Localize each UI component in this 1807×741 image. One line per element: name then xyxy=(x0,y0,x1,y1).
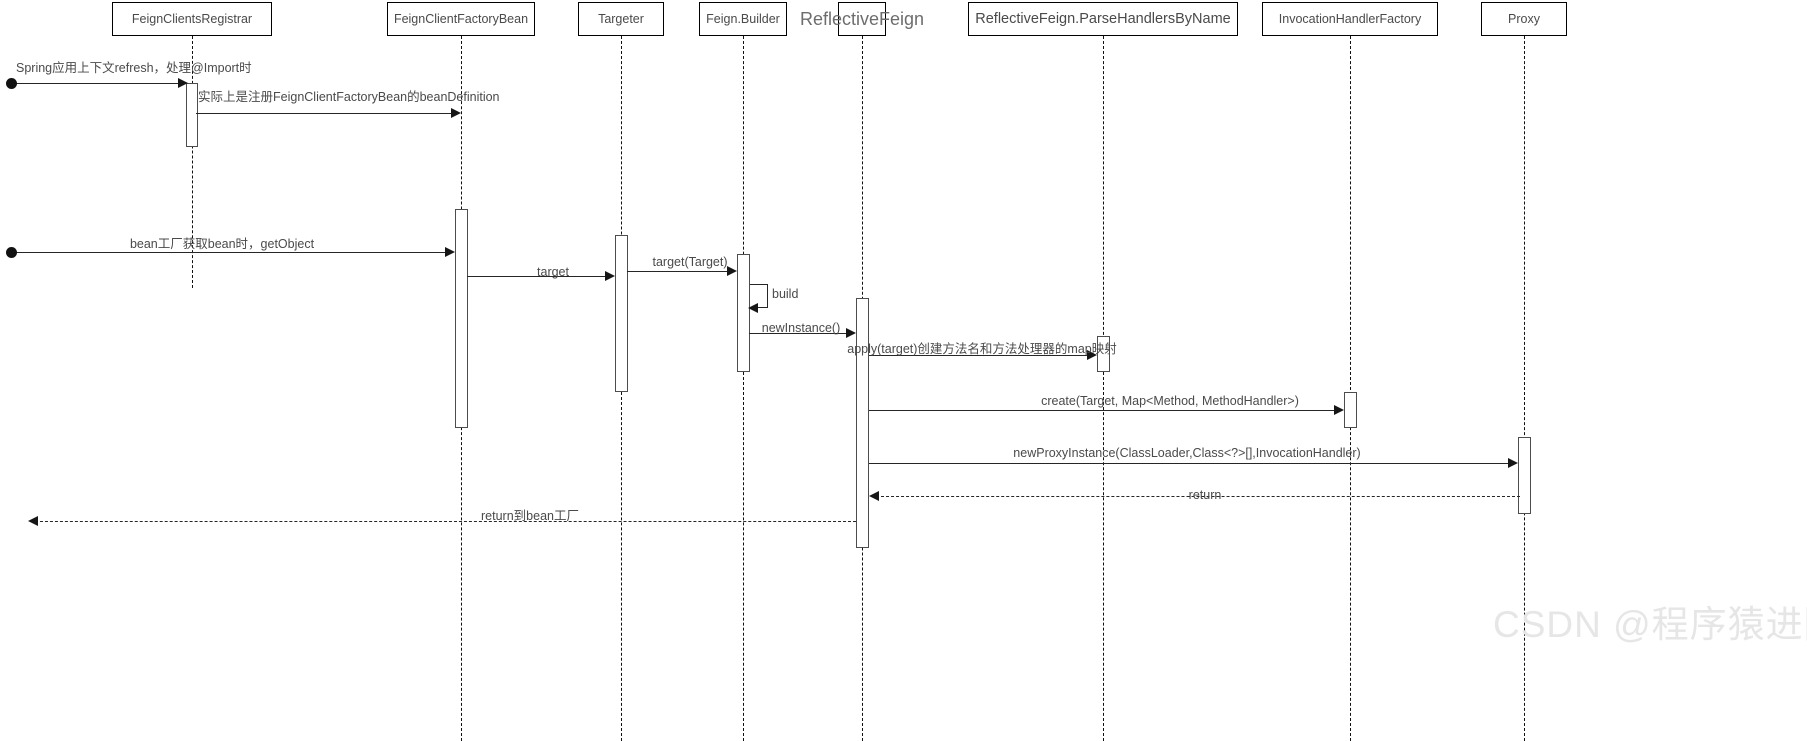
participant-reflective[interactable]: ReflectiveFeign xyxy=(800,2,924,36)
found-message-dot xyxy=(6,78,17,89)
message-label-msg-1: Spring应用上下文refresh，处理@Import时 xyxy=(16,61,252,75)
participant-label-reflective: ReflectiveFeign xyxy=(799,8,925,29)
participant-ihfactory[interactable]: InvocationHandlerFactory xyxy=(1262,2,1438,36)
message-label-msg-7: newInstance() xyxy=(761,321,841,335)
activation-bar-proxy[interactable] xyxy=(1518,437,1531,514)
activation-bar-registrar[interactable] xyxy=(186,83,198,147)
message-label-msg-9: create(Target, Map<Method, MethodHandler… xyxy=(1041,394,1299,408)
participant-factorybean[interactable]: FeignClientFactoryBean xyxy=(387,2,535,36)
lifeline-parsehandlers xyxy=(1103,36,1104,741)
message-label-msg-12: return到bean工厂 xyxy=(481,509,579,523)
message-line-msg-1[interactable] xyxy=(14,83,186,84)
activation-bar-targeter[interactable] xyxy=(615,235,628,392)
lifeline-builder xyxy=(743,36,744,741)
arrowhead-right-icon xyxy=(445,247,455,257)
arrowhead-right-icon xyxy=(1334,405,1344,415)
participant-label-parsehandlers: ReflectiveFeign.ParseHandlersByName xyxy=(975,11,1231,27)
found-message-dot xyxy=(6,247,17,258)
message-label-msg-3: bean工厂获取bean时，getObject xyxy=(129,237,315,251)
message-line-msg-9[interactable] xyxy=(869,410,1342,411)
message-label-msg-5: target(Target) xyxy=(652,255,728,269)
arrowhead-right-icon xyxy=(727,266,737,276)
activation-bar-ihfactory[interactable] xyxy=(1344,392,1357,428)
message-line-msg-2[interactable] xyxy=(196,113,459,114)
message-label-msg-2: 实际上是注册FeignClientFactoryBean的beanDefinit… xyxy=(198,90,500,104)
message-line-msg-3[interactable] xyxy=(14,252,453,253)
participant-label-builder: Feign.Builder xyxy=(706,12,780,26)
lifeline-ihfactory xyxy=(1350,36,1351,741)
participant-label-factorybean: FeignClientFactoryBean xyxy=(393,12,529,26)
arrowhead-right-icon xyxy=(1508,458,1518,468)
message-label-msg-10: newProxyInstance(ClassLoader,Class<?>[],… xyxy=(1013,446,1361,460)
activation-bar-reflective[interactable] xyxy=(856,298,869,548)
participant-proxy[interactable]: Proxy xyxy=(1481,2,1567,36)
message-label-msg-6: build xyxy=(772,287,799,301)
activation-bar-factorybean[interactable] xyxy=(455,209,468,428)
csdn-watermark: CSDN @程序猿进阶 xyxy=(1493,604,1807,645)
participant-label-targeter: Targeter xyxy=(598,12,644,26)
arrowhead-left-icon xyxy=(28,516,38,526)
participant-targeter[interactable]: Targeter xyxy=(578,2,664,36)
message-line-msg-10[interactable] xyxy=(869,463,1516,464)
message-label-msg-11: return xyxy=(1188,488,1222,502)
message-line-msg-12[interactable] xyxy=(30,521,856,522)
participant-parsehandlers[interactable]: ReflectiveFeign.ParseHandlersByName xyxy=(968,2,1238,36)
arrowhead-left-icon xyxy=(869,491,879,501)
message-label-msg-4: target xyxy=(537,265,569,279)
activation-bar-builder[interactable] xyxy=(737,254,750,372)
message-line-msg-5[interactable] xyxy=(627,271,735,272)
arrowhead-right-icon xyxy=(178,78,188,88)
arrowhead-right-icon xyxy=(846,328,856,338)
participant-label-proxy: Proxy xyxy=(1508,12,1540,26)
message-label-msg-8: apply(target)创建方法名和方法处理器的map映射 xyxy=(847,342,1117,356)
participant-builder[interactable]: Feign.Builder xyxy=(699,2,787,36)
arrowhead-right-icon xyxy=(451,108,461,118)
participant-registrar[interactable]: FeignClientsRegistrar xyxy=(112,2,272,36)
participant-label-registrar: FeignClientsRegistrar xyxy=(131,12,253,26)
arrowhead-right-icon xyxy=(605,271,615,281)
arrowhead-left-icon xyxy=(748,303,758,313)
sequence-diagram-canvas: FeignClientsRegistrar FeignClientFactoryB… xyxy=(0,0,1807,741)
participant-label-ihfactory: InvocationHandlerFactory xyxy=(1278,12,1422,26)
